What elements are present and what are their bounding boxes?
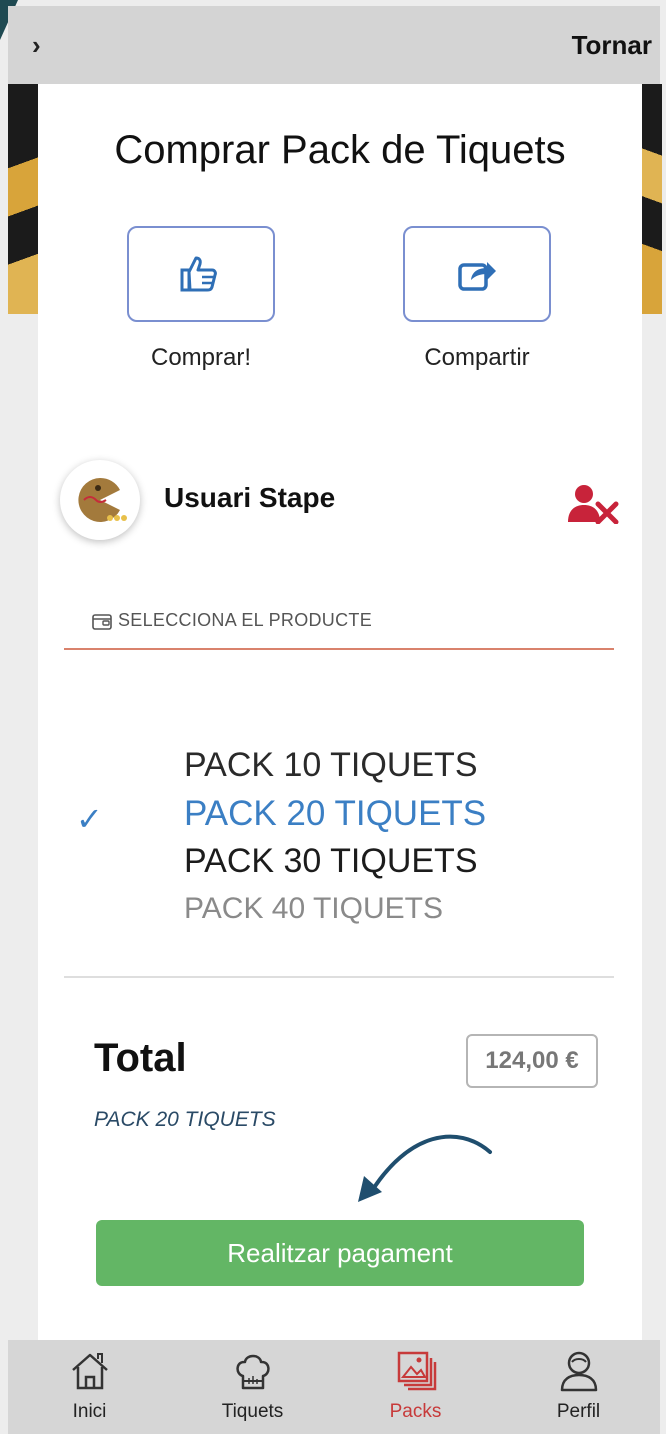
picker-fade [64, 674, 614, 744]
nav-item-packs[interactable]: Packs [346, 1340, 486, 1423]
chevron-right-icon[interactable]: › [32, 30, 41, 61]
wallet-icon [92, 613, 112, 630]
share-icon [458, 262, 496, 291]
avatar [60, 460, 140, 540]
user-icon [560, 1351, 597, 1392]
product-option[interactable]: PACK 30 TIQUETS [184, 842, 478, 881]
nav-label: Inici [72, 1401, 107, 1422]
page-title: Comprar Pack de Tiquets [114, 128, 566, 172]
total-price: 124,00 € [466, 1034, 598, 1088]
top-bar: › Tornar [8, 6, 660, 84]
user-name: Usuari Stape [164, 482, 336, 513]
share-button[interactable] [403, 226, 551, 322]
back-button[interactable]: Tornar [572, 30, 652, 61]
nav-item-inici[interactable]: Inici [20, 1340, 160, 1423]
chef-hat-icon [235, 1354, 270, 1390]
nav-item-tiquets[interactable]: Tiquets [183, 1340, 323, 1423]
bottom-nav: Inici Tiquets Packs Perfil [8, 1340, 660, 1434]
share-label: Compartir [424, 344, 530, 371]
gallery-icon [397, 1351, 436, 1391]
nav-label: Tiquets [221, 1401, 284, 1422]
nav-label: Packs [389, 1401, 442, 1422]
total-label: Total [94, 1036, 187, 1080]
product-option-selected[interactable]: PACK 20 TIQUETS [184, 794, 486, 834]
purchase-card: Comprar Pack de Tiquets Comprar! Compart… [38, 84, 642, 1340]
user-remove-icon [568, 485, 619, 525]
check-icon: ✓ [76, 801, 103, 837]
share-action[interactable]: Compartir [402, 226, 552, 372]
buy-button[interactable] [127, 226, 275, 322]
buy-action[interactable]: Comprar! [126, 226, 276, 372]
thumbs-up-icon [180, 256, 217, 292]
product-select-label: SELECCIONA EL PRODUCTE [92, 610, 372, 631]
product-select-text: SELECCIONA EL PRODUCTE [118, 610, 372, 630]
product-option[interactable]: PACK 40 TIQUETS [184, 892, 443, 926]
buy-label: Comprar! [150, 344, 252, 371]
product-option[interactable]: PACK 10 TIQUETS [184, 746, 478, 785]
product-select-underline [64, 648, 614, 650]
total-pack-name: PACK 20 TIQUETS [94, 1108, 276, 1131]
pay-button[interactable]: Realitzar pagament [96, 1220, 584, 1286]
logo-icon [78, 477, 127, 522]
curved-arrow-icon [358, 1134, 492, 1202]
picker-divider [64, 976, 614, 978]
nav-item-perfil[interactable]: Perfil [509, 1340, 649, 1423]
remove-user-button[interactable] [568, 484, 620, 529]
nav-label: Perfil [556, 1401, 601, 1422]
product-picker[interactable]: ✓ PACK 10 TIQUETS PACK 20 TIQUETS PACK 3… [64, 674, 614, 974]
user-row: Usuari Stape [60, 460, 620, 544]
home-icon [71, 1353, 108, 1390]
background-stripe-left [8, 84, 38, 314]
